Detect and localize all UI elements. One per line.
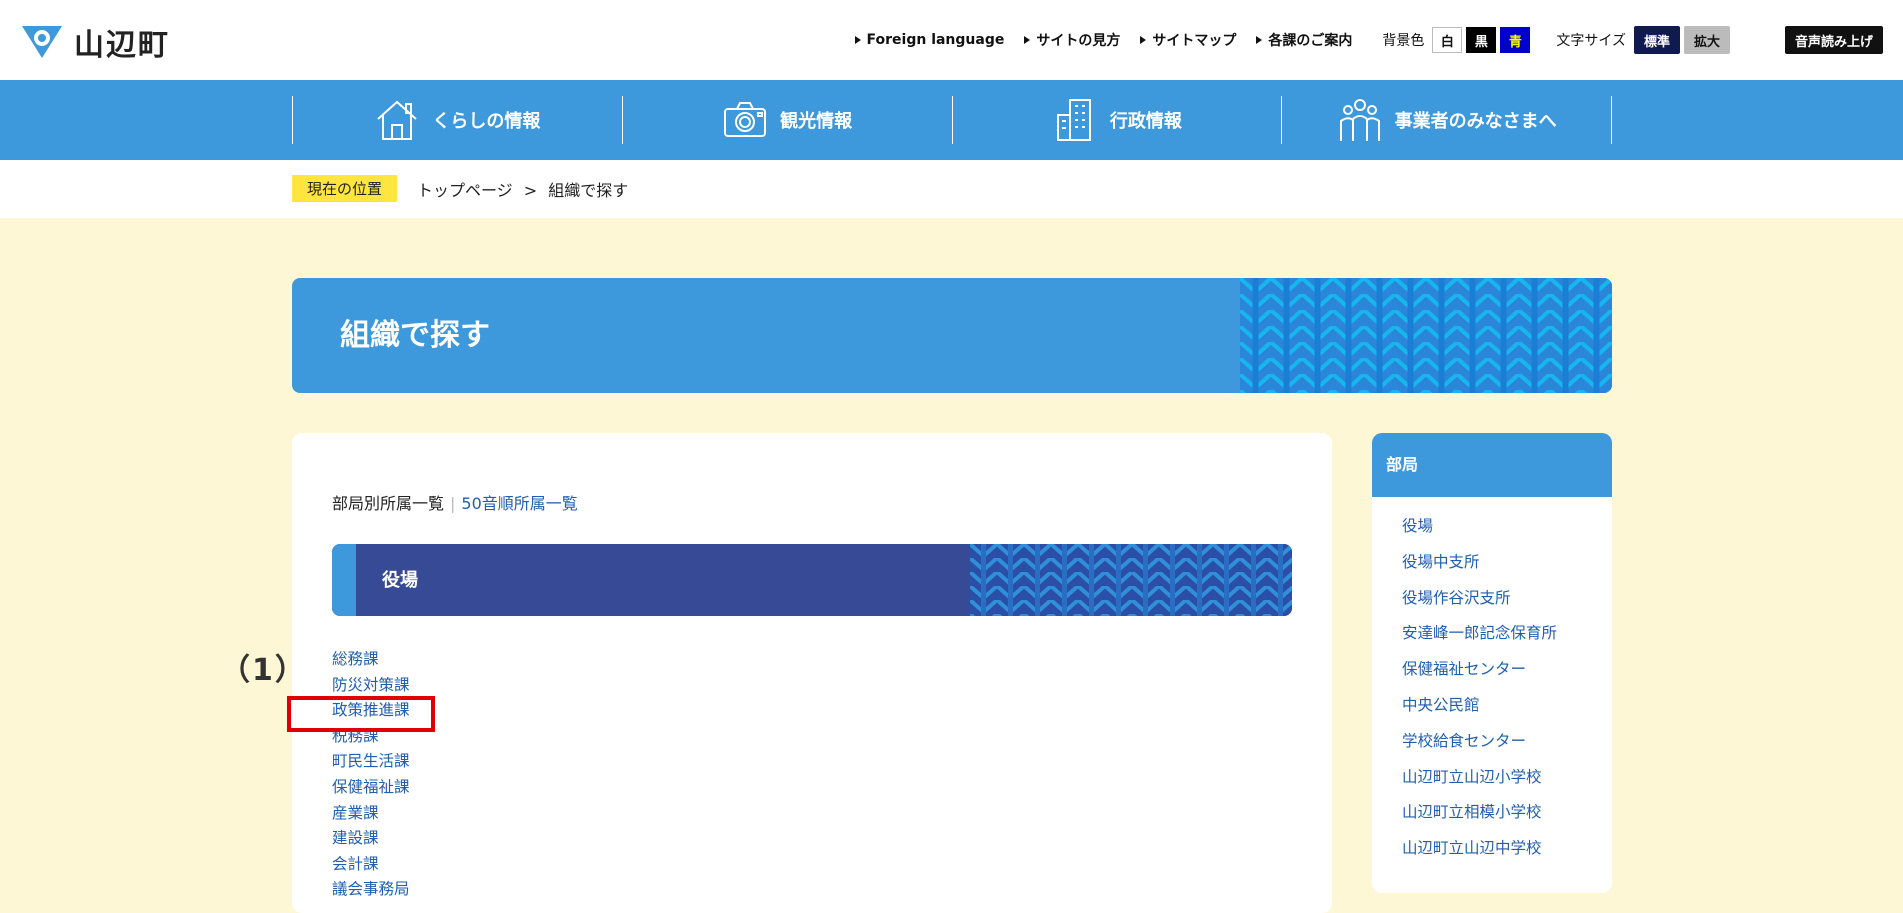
section-accent-stripe	[332, 544, 356, 616]
town-emblem-icon	[22, 26, 62, 58]
list-item: 総務課	[332, 647, 410, 673]
dept-link-accounting[interactable]: 会計課	[332, 855, 379, 873]
dept-link-assembly-office[interactable]: 議会事務局	[332, 880, 410, 898]
nav-label: 事業者のみなさまへ	[1394, 111, 1557, 132]
section-title: 役場	[382, 570, 418, 591]
nav-tourism-info[interactable]: 観光情報	[621, 96, 952, 144]
bg-blue-button[interactable]: 青	[1500, 27, 1531, 53]
current-location-tag: 現在の位置	[292, 175, 398, 202]
background-color-label: 背景色	[1382, 33, 1425, 49]
tab-separator: |	[450, 494, 456, 513]
list-item: 会計課	[332, 852, 410, 878]
sidebar-item-yamanobe-junior-high[interactable]: 山辺町立山辺中学校	[1402, 839, 1542, 857]
nav-administration-info[interactable]: 行政情報	[951, 96, 1282, 144]
list-item: 防災対策課	[332, 673, 410, 699]
page-title: 組織で探す	[340, 318, 490, 353]
breadcrumb-current: 組織で探す	[548, 181, 629, 200]
global-nav: くらしの情報 観光情報 行政情報 事業者のみなさまへ	[0, 80, 1903, 160]
departments-guide-link[interactable]: 各課のご案内	[1256, 30, 1352, 50]
dept-link-industry[interactable]: 産業課	[332, 804, 379, 822]
link-label: Foreign language	[866, 32, 1005, 48]
bg-black-button[interactable]: 黒	[1466, 27, 1497, 53]
site-name: 山辺町	[74, 28, 170, 63]
sidebar-item-lunch-center[interactable]: 学校給食センター	[1402, 732, 1526, 750]
tab-by-syllabary[interactable]: 50音順所属一覧	[461, 494, 577, 513]
list-item: 学校給食センター	[1402, 724, 1612, 760]
dept-link-construction[interactable]: 建設課	[332, 829, 379, 847]
sidebar-item-nursery[interactable]: 安達峰一郎記念保育所	[1402, 624, 1557, 642]
triangle-right-icon	[854, 36, 861, 44]
list-item: 産業課	[332, 801, 410, 827]
breadcrumb-top-link[interactable]: トップページ	[417, 181, 513, 200]
list-item: 山辺町立相模小学校	[1402, 795, 1612, 831]
sidebar-item-community-hall[interactable]: 中央公民館	[1402, 696, 1480, 714]
nav-label: 行政情報	[1109, 111, 1182, 132]
chevron-pattern-decoration	[1240, 278, 1612, 393]
breadcrumb-bar: 現在の位置 トップページ > 組織で探す	[0, 160, 1903, 218]
sidebar-item-health-center[interactable]: 保健福祉センター	[1402, 660, 1526, 678]
list-item: 役場	[1402, 509, 1612, 545]
text-to-speech-button[interactable]: 音声読み上げ	[1784, 26, 1883, 54]
link-label: 各課のご案内	[1268, 33, 1353, 49]
utility-bar: Foreign language サイトの見方 サイトマップ 各課のご案内 背景…	[854, 26, 1883, 54]
list-item: 山辺町立山辺中学校	[1402, 831, 1612, 867]
list-item: 中央公民館	[1402, 688, 1612, 724]
list-item: 役場作谷沢支所	[1402, 581, 1612, 617]
list-item: 保健福祉センター	[1402, 652, 1612, 688]
site-header: 山辺町 Foreign language サイトの見方 サイトマップ 各課のご案…	[0, 0, 1903, 80]
bg-white-button[interactable]: 白	[1432, 27, 1463, 53]
list-item: 山辺町立山辺小学校	[1402, 760, 1612, 796]
sidebar-item-sakuyazawa-branch[interactable]: 役場作谷沢支所	[1402, 589, 1511, 607]
triangle-right-icon	[1256, 36, 1263, 44]
chevron-pattern-decoration	[970, 544, 1292, 616]
nav-living-info[interactable]: くらしの情報	[292, 96, 622, 144]
sidebar-item-naka-branch[interactable]: 役場中支所	[1402, 553, 1480, 571]
sidebar-item-sagami-elementary[interactable]: 山辺町立相模小学校	[1402, 803, 1542, 821]
font-size-label: 文字サイズ	[1556, 33, 1626, 49]
department-list: 総務課 防災対策課 政策推進課 税務課 町民生活課 保健福祉課 産業課 建設課 …	[332, 647, 410, 903]
font-large-button[interactable]: 拡大	[1683, 26, 1730, 54]
org-list-card: 部局別所属一覧 | 50音順所属一覧 役場 総務課 防災対策課 政策推進課 税務課 …	[292, 433, 1332, 913]
dept-link-health-welfare[interactable]: 保健福祉課	[332, 778, 410, 796]
building-icon	[1056, 99, 1091, 141]
sidebar-title: 部局	[1372, 433, 1612, 497]
sidebar-list: 役場 役場中支所 役場作谷沢支所 安達峰一郎記念保育所 保健福祉センター 中央公…	[1372, 497, 1612, 867]
dept-link-general-affairs[interactable]: 総務課	[332, 650, 379, 668]
font-standard-button[interactable]: 標準	[1633, 26, 1680, 54]
dept-link-disaster-prevention[interactable]: 防災対策課	[332, 676, 410, 694]
annotation-highlight-box	[287, 696, 435, 732]
site-guide-link[interactable]: サイトの見方	[1024, 30, 1120, 50]
sitemap-link[interactable]: サイトマップ	[1140, 30, 1236, 50]
list-mode-tabs: 部局別所属一覧 | 50音順所属一覧	[332, 490, 578, 514]
list-item: 議会事務局	[332, 877, 410, 903]
nav-label: くらしの情報	[432, 111, 541, 132]
foreign-language-link[interactable]: Foreign language	[854, 32, 1005, 48]
sidebar-item-town-office[interactable]: 役場	[1402, 517, 1433, 535]
house-icon	[377, 100, 418, 140]
page-title-banner: 組織で探す	[292, 278, 1612, 393]
list-item: 役場中支所	[1402, 545, 1612, 581]
sidebar-item-yamanobe-elementary[interactable]: 山辺町立山辺小学校	[1402, 768, 1542, 786]
tab-by-department: 部局別所属一覧	[332, 494, 445, 513]
nav-label: 観光情報	[780, 111, 853, 132]
camera-icon	[724, 102, 767, 137]
triangle-right-icon	[1024, 36, 1031, 44]
people-icon	[1339, 99, 1380, 141]
list-item: 町民生活課	[332, 749, 410, 775]
nav-business-info[interactable]: 事業者のみなさまへ	[1281, 96, 1612, 144]
breadcrumb-separator: >	[523, 181, 538, 200]
section-header-office: 役場	[332, 544, 1292, 616]
site-logo[interactable]: 山辺町	[20, 20, 170, 64]
annotation-marker: （1）	[220, 653, 307, 688]
list-item: 保健福祉課	[332, 775, 410, 801]
link-label: サイトマップ	[1152, 33, 1237, 49]
list-item: 安達峰一郎記念保育所	[1402, 616, 1612, 652]
breadcrumb: トップページ > 組織で探す	[417, 177, 628, 201]
link-label: サイトの見方	[1036, 33, 1121, 49]
list-item: 建設課	[332, 826, 410, 852]
triangle-right-icon	[1140, 36, 1147, 44]
bureau-sidebar: 部局 役場 役場中支所 役場作谷沢支所 安達峰一郎記念保育所 保健福祉センター …	[1372, 433, 1612, 893]
dept-link-resident-life[interactable]: 町民生活課	[332, 752, 410, 770]
